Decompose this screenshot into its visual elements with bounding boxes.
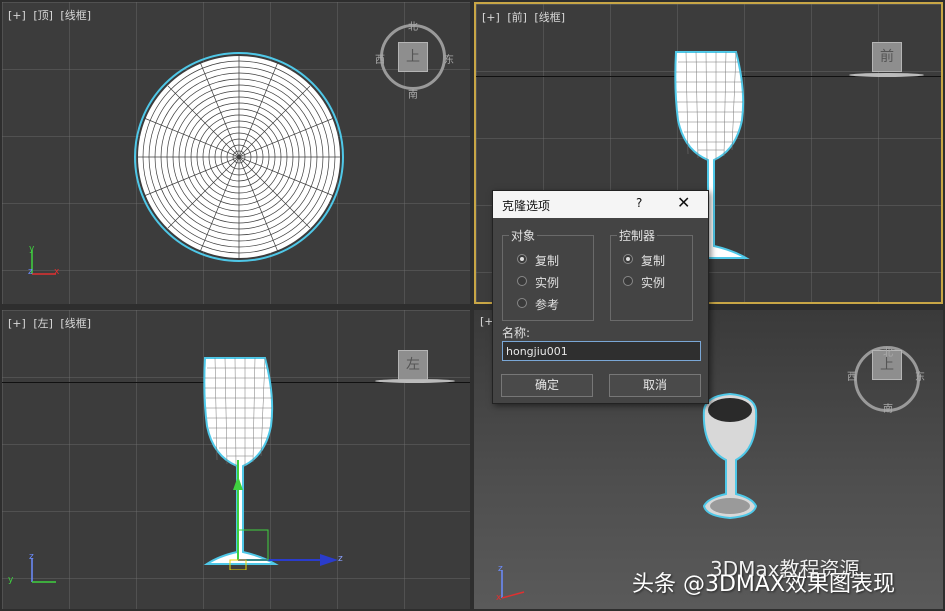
viewcube[interactable]: 左 [398, 350, 428, 380]
viewcube[interactable]: 前 [872, 42, 902, 72]
viewport-label[interactable]: [+] [左] [线框] [8, 315, 95, 331]
wineglass-top-wireframe[interactable] [132, 50, 346, 264]
viewport-left[interactable]: [+] [左] [线框] z 左 z y [2, 310, 470, 609]
viewport-view-name[interactable]: [左] [33, 317, 53, 330]
viewport-shading[interactable]: [线框] [60, 9, 91, 22]
viewport-shading[interactable]: [线框] [534, 11, 565, 24]
compass-south[interactable]: 南 [408, 86, 418, 101]
radio-checked-icon[interactable] [623, 254, 633, 264]
viewport-view-name[interactable]: [前] [507, 11, 527, 24]
axis-y-label: y [8, 575, 14, 585]
radio-unchecked-icon[interactable] [623, 276, 633, 286]
radio-checked-icon[interactable] [517, 254, 527, 264]
viewport-top[interactable]: [+] [顶] [线框] 上 北 南 东 西 y z x [2, 2, 470, 304]
radio-label: 实例 [641, 276, 666, 290]
name-label: 名称: [502, 326, 531, 340]
radio-label: 实例 [535, 276, 560, 290]
compass-west[interactable]: 西 [375, 51, 385, 66]
axis-z-label: z [28, 267, 33, 277]
compass-south[interactable]: 南 [883, 400, 893, 415]
transform-gizmo[interactable] [222, 450, 352, 570]
watermark-source: 头条 @3DMAX效果图表现 [632, 572, 896, 597]
max-workspace: [+] [顶] [线框] 上 北 南 东 西 y z x [+] [前] [线框… [0, 0, 945, 611]
object-group: 对象 复制 实例 参考 [502, 227, 594, 321]
radio-label: 参考 [535, 298, 560, 312]
axis-x-label: x [54, 267, 60, 277]
viewport-menu[interactable]: [+] [8, 317, 26, 330]
radio-label: 复制 [641, 254, 666, 268]
viewport-menu[interactable]: [+] [482, 11, 500, 24]
compass-west[interactable]: 西 [847, 368, 857, 383]
compass-east[interactable]: 东 [444, 51, 454, 66]
viewcube-base [849, 73, 924, 77]
dialog-title: 克隆选项 [502, 199, 551, 213]
radio-unchecked-icon[interactable] [517, 276, 527, 286]
object-group-label: 对象 [509, 227, 538, 244]
close-icon[interactable]: ✕ [677, 193, 690, 212]
controller-group-label: 控制器 [617, 227, 658, 244]
help-icon[interactable]: ? [636, 196, 642, 210]
viewcube[interactable]: 上 [398, 42, 428, 72]
compass-north[interactable]: 北 [408, 18, 418, 33]
axis-z-label: z [29, 552, 34, 562]
radio-unchecked-icon[interactable] [517, 298, 527, 308]
radio-label: 复制 [535, 254, 560, 268]
ok-button[interactable]: 确定 [501, 374, 593, 397]
controller-group: 控制器 复制 实例 [610, 227, 693, 321]
viewport-menu[interactable]: [+] [8, 9, 26, 22]
gizmo-z-label: z [338, 554, 343, 564]
viewport-label[interactable]: [+] [顶] [线框] [8, 7, 95, 23]
viewport-view-name[interactable]: [顶] [33, 9, 53, 22]
axis-x-label: x [496, 593, 502, 603]
viewport-shading[interactable]: [线框] [60, 317, 91, 330]
wineglass-shaded[interactable] [696, 390, 766, 522]
name-input[interactable] [502, 341, 701, 361]
cancel-button[interactable]: 取消 [609, 374, 701, 397]
compass-north[interactable]: 北 [883, 344, 893, 359]
axis-z-label: z [498, 564, 503, 574]
viewport-label[interactable]: [+] [前] [线框] [482, 9, 569, 25]
compass-east[interactable]: 东 [915, 368, 925, 383]
clone-options-dialog[interactable]: 克隆选项 ? ✕ 对象 复制 实例 参考 控制器 复制 实例 名称: hongj… [492, 190, 709, 404]
axis-y-label: y [29, 244, 35, 254]
dialog-titlebar[interactable]: 克隆选项 ? ✕ [493, 191, 708, 218]
